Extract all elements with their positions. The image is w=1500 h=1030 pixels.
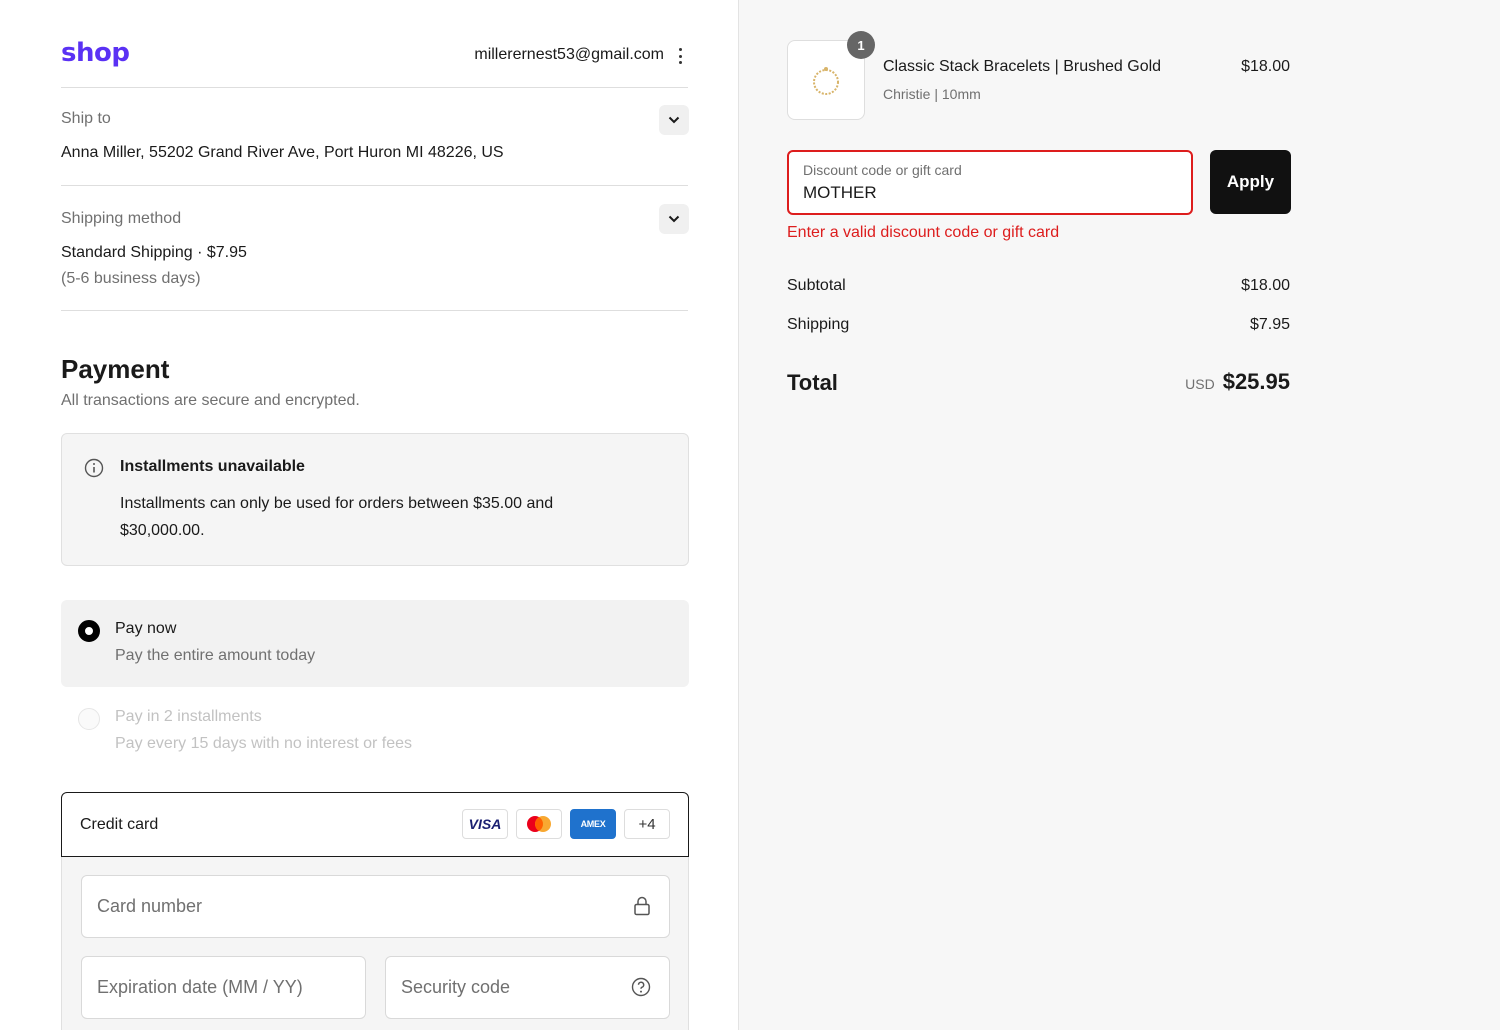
checkout-main: shop millerernest53@gmail.com Ship to An…: [0, 0, 738, 1030]
order-summary: 1 Classic Stack Bracelets | Brushed Gold…: [738, 0, 1500, 1030]
amex-icon: AMEX: [570, 809, 616, 839]
pay-installments-radio[interactable]: [78, 708, 100, 730]
total-currency: USD: [1185, 376, 1215, 392]
info-icon: [84, 458, 104, 478]
lock-icon: [634, 896, 650, 916]
expiration-date-field[interactable]: Expiration date (MM / YY): [81, 956, 366, 1019]
shipping-label: Shipping: [787, 316, 850, 333]
security-code-placeholder: Security code: [401, 977, 511, 997]
pay-installments-option[interactable]: Pay in 2 installments Pay every 15 days …: [61, 700, 689, 770]
divider: [61, 310, 688, 311]
product-variant: Christie | 10mm: [883, 86, 981, 102]
security-code-field[interactable]: Security code: [385, 956, 670, 1019]
ship-to-label: Ship to: [61, 110, 111, 127]
credit-card-option[interactable]: Credit card VISA AMEX +4: [61, 792, 689, 857]
total-label: Total: [787, 370, 838, 395]
apply-discount-button[interactable]: Apply: [1210, 150, 1291, 214]
shipping-method-value: Standard Shipping · $7.95: [61, 244, 247, 261]
subtotal-label: Subtotal: [787, 277, 846, 294]
divider: [61, 185, 688, 186]
shipping-method-expand-button[interactable]: [659, 204, 689, 234]
account-menu-icon[interactable]: [675, 46, 685, 66]
card-number-field[interactable]: Card number: [81, 875, 670, 938]
mastercard-icon: [516, 809, 562, 839]
more-brands-badge: +4: [624, 809, 670, 839]
discount-error-message: Enter a valid discount code or gift card: [787, 224, 1060, 241]
ship-to-expand-button[interactable]: [659, 105, 689, 135]
account-email: millerernest53@gmail.com: [474, 46, 664, 63]
card-number-placeholder: Card number: [97, 896, 203, 916]
pay-now-option[interactable]: Pay now Pay the entire amount today: [61, 600, 689, 687]
shipping-value: $7.95: [1249, 316, 1290, 333]
notice-body: Installments can only be used for orders…: [120, 495, 554, 539]
quantity-badge: 1: [847, 31, 875, 59]
bracelet-image: [813, 67, 839, 95]
discount-code-label: Discount code or gift card: [803, 162, 962, 178]
credit-card-label: Credit card: [80, 816, 159, 833]
pay-now-description: Pay the entire amount today: [115, 647, 316, 664]
ship-to-address: Anna Miller, 55202 Grand River Ave, Port…: [61, 144, 504, 161]
notice-title: Installments unavailable: [120, 458, 305, 475]
discount-code-field[interactable]: Discount code or gift card MOTHER: [787, 150, 1193, 215]
chevron-down-icon: [668, 116, 680, 124]
pay-now-title: Pay now: [115, 620, 177, 637]
card-brands: VISA AMEX +4: [462, 809, 670, 839]
visa-icon: VISA: [462, 809, 508, 839]
installments-notice: Installments unavailable Installments ca…: [61, 433, 689, 566]
product-name: Classic Stack Bracelets | Brushed Gold: [883, 58, 1162, 75]
expiration-placeholder: Expiration date (MM / YY): [97, 977, 303, 997]
credit-card-form: Card number Expiration date (MM / YY) Se…: [61, 857, 689, 1030]
payment-subtitle: All transactions are secure and encrypte…: [61, 392, 360, 409]
total-value: $25.95: [1222, 369, 1290, 394]
payment-heading: Payment: [61, 354, 170, 384]
help-icon[interactable]: [631, 977, 651, 997]
divider: [61, 87, 688, 88]
shipping-method-label: Shipping method: [61, 210, 182, 227]
discount-code-value: MOTHER: [803, 183, 877, 202]
pay-installments-title: Pay in 2 installments: [115, 708, 262, 725]
chevron-down-icon: [668, 215, 680, 223]
product-price: $18.00: [1241, 58, 1290, 75]
pay-now-radio[interactable]: [78, 620, 100, 642]
total-amount: USD $25.95: [1185, 369, 1290, 395]
subtotal-value: $18.00: [1241, 277, 1290, 294]
shipping-method-duration: (5-6 business days): [61, 270, 201, 287]
shop-logo[interactable]: shop: [61, 38, 130, 68]
pay-installments-description: Pay every 15 days with no interest or fe…: [115, 735, 413, 752]
